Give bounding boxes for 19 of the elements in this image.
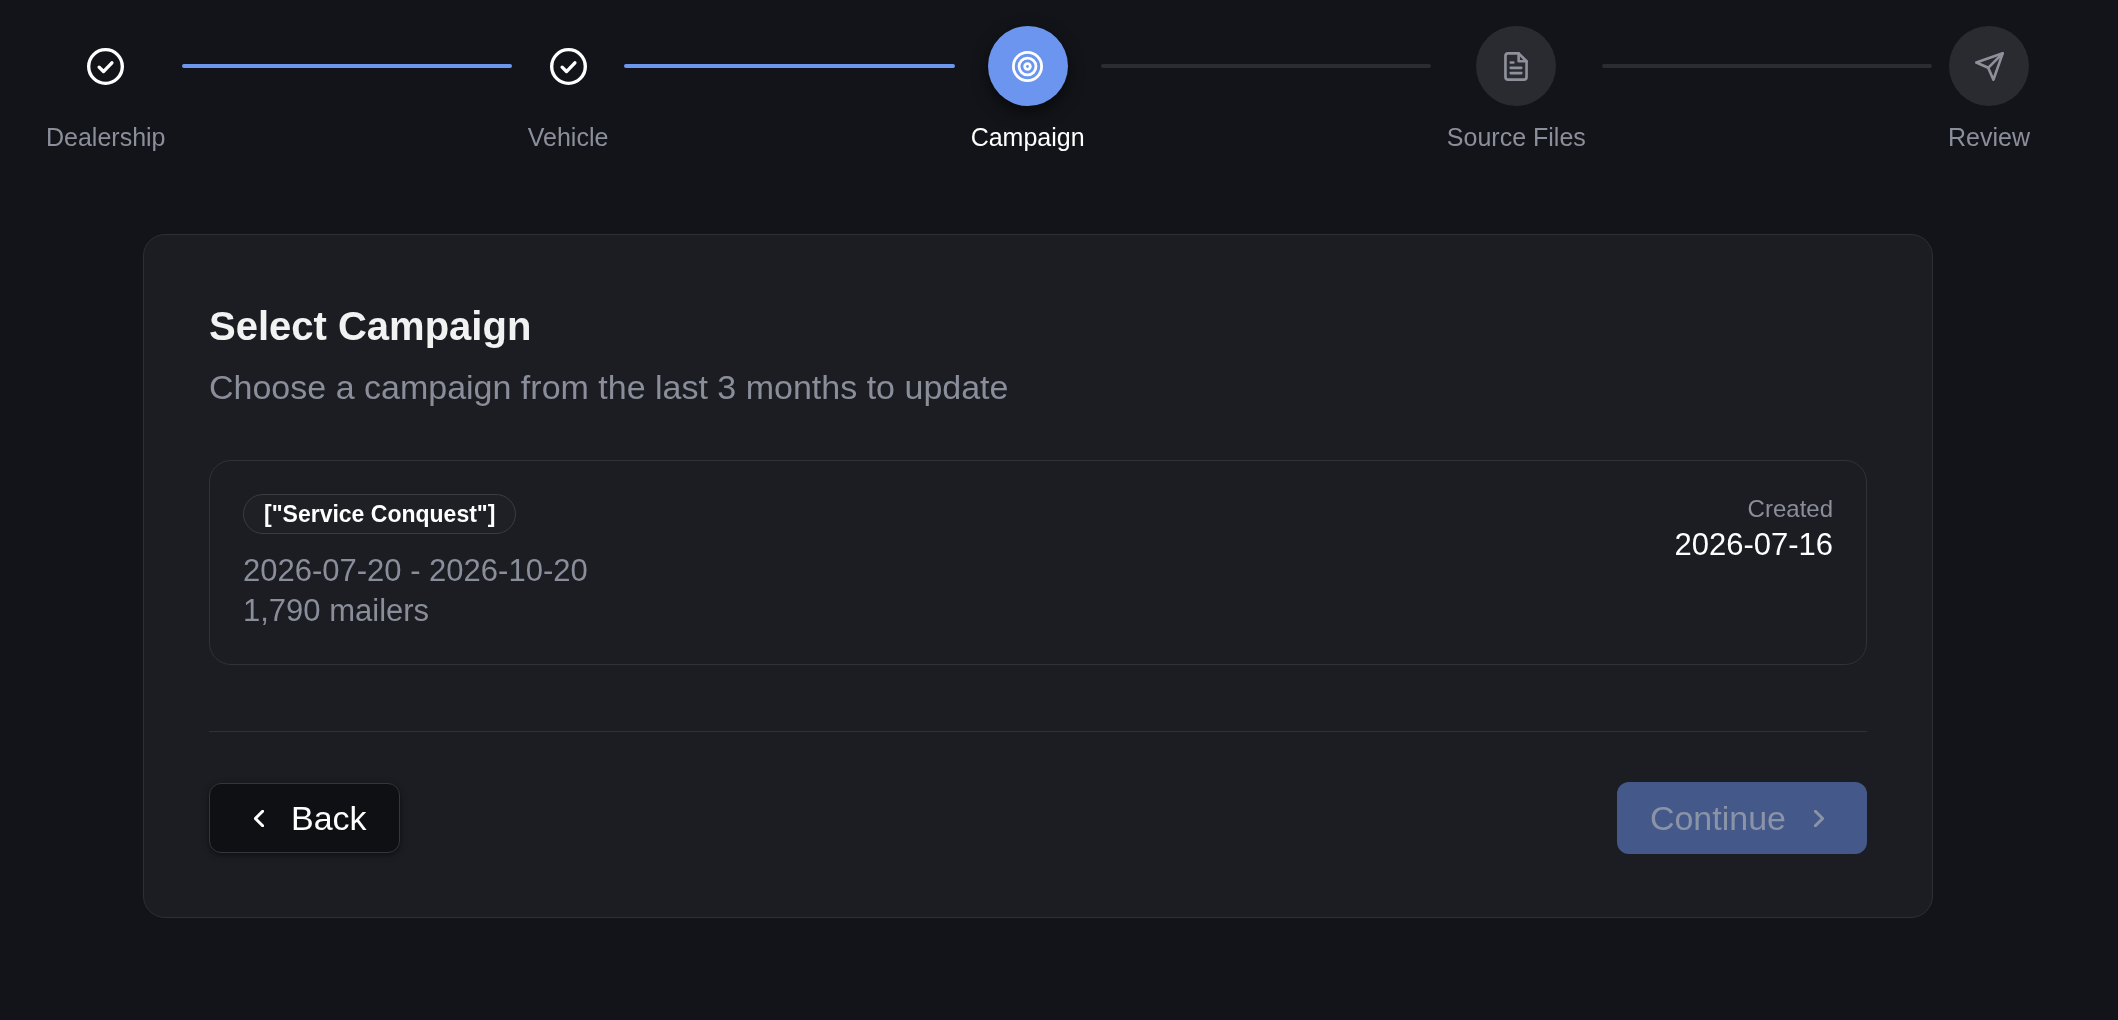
- created-date: 2026-07-16: [1674, 526, 1833, 564]
- step-label: Vehicle: [527, 122, 609, 152]
- campaign-dates: 2026-07-20 - 2026-10-20: [243, 552, 588, 590]
- back-button[interactable]: Back: [209, 783, 400, 853]
- panel-subtitle: Choose a campaign from the last 3 months to update: [209, 367, 1010, 408]
- step-label: Dealership: [46, 122, 166, 152]
- created-label: Created: [1747, 494, 1833, 524]
- send-icon: [1974, 51, 2004, 81]
- panel-title: Select Campaign: [209, 303, 533, 350]
- step-label: Campaign: [970, 122, 1085, 152]
- step-label: Review: [1948, 122, 2031, 152]
- chevron-left-icon: [254, 809, 264, 827]
- chevron-right-icon: [1814, 809, 1824, 827]
- target-icon: [1012, 50, 1044, 82]
- mailer-count: 1,790 mailers: [243, 592, 430, 630]
- campaign-tag: ["Service Conquest"]: [243, 494, 517, 534]
- step-label: Source Files: [1446, 122, 1586, 152]
- document-icon: [1504, 51, 1529, 81]
- campaign-card[interactable]: ["Service Conquest"] 2026-07-20 - 2026-10-20 1,790 mailers Created 2026-07-16: [209, 460, 1867, 665]
